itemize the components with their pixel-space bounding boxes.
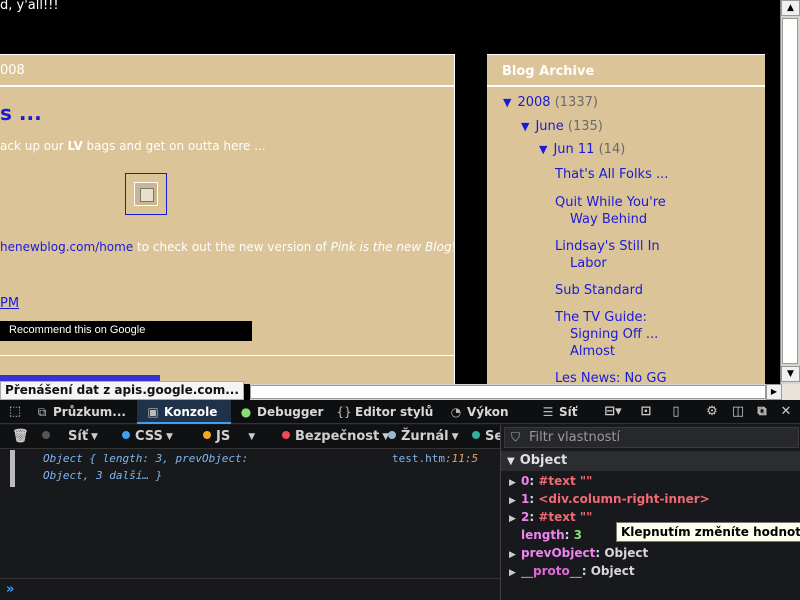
filter-js[interactable]: JS ▼ bbox=[203, 425, 255, 449]
network-icon: ☰ bbox=[542, 405, 554, 419]
divider bbox=[0, 355, 454, 356]
gauge-icon: ◔ bbox=[450, 405, 462, 419]
devtools-toolbar: ⬚ ⧉ Průzkum... ▣ Konzole ● Debugger {} Edito… bbox=[0, 400, 800, 424]
chevron-down-icon: ▼ bbox=[451, 432, 459, 442]
console-output: Object { length: 3, prevObject: Object, … bbox=[0, 450, 500, 578]
console-input[interactable]: » bbox=[0, 578, 500, 600]
filter-net[interactable]: Síť ▼ bbox=[68, 425, 98, 449]
post-image-link[interactable] bbox=[125, 173, 167, 215]
responsive-icon[interactable]: ▯ bbox=[666, 400, 686, 424]
archive-title: Blog Archive bbox=[502, 64, 595, 79]
debugger-icon: ● bbox=[240, 405, 252, 419]
filter-security[interactable]: Bezpečnost ▼ bbox=[282, 425, 389, 449]
archive-post-link[interactable]: Quit While You're Way Behind bbox=[555, 194, 666, 228]
post-body-text: ack up our LV bags and get on outta here… bbox=[0, 139, 266, 153]
edit-value-tooltip: Klepnutím změníte hodnotu bbox=[616, 522, 800, 542]
archive-post-link[interactable]: Sub Standard bbox=[555, 282, 643, 299]
property-row[interactable]: ▶ __proto__: Object bbox=[509, 562, 635, 580]
expand-icon[interactable]: ▶ bbox=[509, 564, 521, 582]
page-top-text: d, y'all!!! bbox=[0, 0, 59, 13]
tab-inspector[interactable]: ⧉ Průzkum... bbox=[34, 400, 132, 424]
clear-console-icon[interactable]: 🗑 bbox=[12, 425, 29, 449]
screen: d, y'all!!! 008 s ... ack up our LV bags… bbox=[0, 0, 800, 600]
property-row[interactable]: ▶ 1: <div.column-right-inner> bbox=[509, 490, 710, 508]
frame-icon[interactable]: ⊡ bbox=[636, 400, 656, 424]
scroll-right-icon[interactable]: ▶ bbox=[766, 384, 782, 400]
dock-side-icon[interactable]: ◫ bbox=[728, 400, 748, 424]
main-column: 008 s ... ack up our LV bags and get on … bbox=[0, 54, 457, 385]
post-title[interactable]: s ... bbox=[0, 101, 42, 125]
date-header: 008 bbox=[0, 63, 25, 78]
triangle-down-icon[interactable]: ▼ bbox=[539, 143, 547, 156]
filter-css[interactable]: CSS ▼ bbox=[122, 425, 173, 449]
property-row[interactable]: ▶ 0: #text "" bbox=[509, 472, 592, 490]
undock-icon[interactable]: ⧉ bbox=[752, 400, 772, 424]
console-filter-bar: 🗑 Síť ▼ CSS ▼ JS ▼ Bezpečnost ▼ Žurnál ▼ Se bbox=[0, 425, 503, 449]
object-inspector-panel: ⛉ Filtr vlastností ▼ Object ▶ 0: #text "" ▶… bbox=[500, 425, 800, 600]
triangle-down-icon[interactable]: ▼ bbox=[503, 96, 511, 109]
braces-icon: {} bbox=[336, 405, 352, 419]
archive-day[interactable]: ▼ Jun 11 (14) bbox=[539, 142, 625, 157]
gear-icon[interactable]: ⚙ bbox=[702, 400, 722, 424]
property-filter-input[interactable]: ⛉ Filtr vlastností bbox=[504, 427, 799, 448]
scroll-up-icon[interactable]: ▲ bbox=[781, 0, 800, 16]
tab-style-editor[interactable]: {} Editor stylů bbox=[336, 400, 436, 424]
source-link[interactable]: test.htm:11:5 bbox=[392, 450, 478, 467]
archive-month[interactable]: ▼ June (135) bbox=[521, 119, 603, 134]
chevron-down-icon: ▼ bbox=[91, 432, 98, 442]
filter-dot-icon bbox=[42, 425, 55, 449]
post-time-link[interactable]: PM bbox=[0, 296, 19, 311]
scroll-down-icon[interactable]: ▼ bbox=[781, 366, 800, 382]
property-row[interactable]: ▶ 2: #text "" bbox=[509, 508, 592, 526]
vertical-scrollbar[interactable]: ▲ ▼ bbox=[780, 0, 800, 384]
console-icon: ▣ bbox=[147, 405, 159, 419]
scrollbar-thumb[interactable] bbox=[782, 18, 798, 364]
tab-performance[interactable]: ◔ Výkon bbox=[448, 400, 518, 424]
layout-menu-icon[interactable]: ⊟▾ bbox=[598, 400, 628, 424]
inspector-icon: ⧉ bbox=[37, 405, 47, 419]
filter-log[interactable]: Žurnál ▼ bbox=[388, 425, 459, 449]
triangle-down-icon[interactable]: ▼ bbox=[507, 456, 515, 467]
console-message[interactable]: Object { length: 3, prevObject: Object, … bbox=[10, 450, 498, 487]
horizontal-scrollbar[interactable]: ▶ bbox=[250, 384, 800, 400]
chevron-down-icon: ▼ bbox=[165, 432, 173, 442]
archive-post-link[interactable]: Lindsay's Still In Labor bbox=[555, 238, 660, 272]
property-row[interactable]: length: 3 bbox=[509, 526, 582, 544]
image-placeholder-icon bbox=[134, 182, 158, 206]
sidebar-blog-archive: Blog Archive ▼ 2008 (1337) ▼ June (135) ▼ J… bbox=[487, 54, 765, 386]
recommend-google-button[interactable]: Recommend this on Google bbox=[0, 321, 252, 341]
triangle-down-icon[interactable]: ▼ bbox=[521, 120, 529, 133]
scrollbar-track[interactable] bbox=[250, 385, 766, 399]
scrollbar-corner bbox=[782, 384, 800, 400]
blog-link[interactable]: henewblog.com/home bbox=[0, 240, 133, 254]
archive-year[interactable]: ▼ 2008 (1337) bbox=[503, 95, 598, 110]
devtools-panel: ⬚ ⧉ Průzkum... ▣ Konzole ● Debugger {} Edito… bbox=[0, 400, 800, 600]
chevron-down-icon: ▼ bbox=[248, 432, 256, 442]
filter-icon: ⛉ bbox=[511, 430, 521, 444]
tab-console[interactable]: ▣ Konzole bbox=[137, 400, 231, 424]
object-header[interactable]: ▼ Object bbox=[501, 451, 800, 471]
prompt-icon: » bbox=[6, 582, 15, 597]
tab-debugger[interactable]: ● Debugger bbox=[238, 400, 328, 424]
close-icon[interactable]: ✕ bbox=[776, 400, 796, 424]
filter-more[interactable]: Se bbox=[472, 425, 503, 449]
divider bbox=[487, 85, 765, 87]
status-bar: Přenášení dat z apis.google.com... bbox=[0, 381, 244, 400]
archive-post-link[interactable]: The TV Guide: Signing Off ... Almost bbox=[555, 309, 658, 360]
post-body-text-2: henewblog.com/home to check out the new … bbox=[0, 240, 457, 254]
archive-post-link[interactable]: That's All Folks ... bbox=[555, 166, 668, 183]
divider bbox=[0, 85, 454, 87]
property-row[interactable]: ▶ prevObject: Object bbox=[509, 544, 648, 562]
tab-network[interactable]: ☰ Síť bbox=[540, 400, 590, 424]
element-picker-icon[interactable]: ⬚ bbox=[5, 400, 25, 424]
